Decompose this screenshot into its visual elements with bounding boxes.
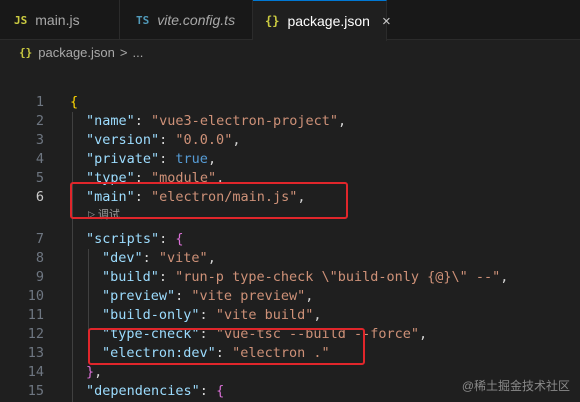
typescript-file-icon: TS xyxy=(136,13,150,27)
code-line[interactable]: 11 "build-only": "vite build", xyxy=(0,306,580,325)
code-token: "preview" xyxy=(102,288,176,304)
tab-label: main.js xyxy=(35,12,80,28)
code-line[interactable]: 4 "private": true, xyxy=(0,150,580,169)
code-token: : xyxy=(159,151,176,167)
code-token: : xyxy=(134,113,152,129)
code-token: , xyxy=(313,307,322,323)
code-token: "vue3-electron-project" xyxy=(151,113,338,129)
line-number: 10 xyxy=(27,288,44,304)
line-number: 14 xyxy=(27,364,44,380)
line-number: 2 xyxy=(35,113,44,129)
line-number: 15 xyxy=(27,383,44,399)
code-token: { xyxy=(175,231,184,247)
code-token: "dependencies" xyxy=(86,383,200,399)
code-token: { xyxy=(216,383,225,399)
code-token: , xyxy=(500,269,509,285)
tab-main-js[interactable]: JS main.js xyxy=(0,0,120,40)
line-number: 11 xyxy=(27,307,44,323)
code-text: }, xyxy=(86,363,102,382)
code-token: , xyxy=(94,364,103,380)
breadcrumb-file[interactable]: package.json xyxy=(38,45,115,60)
code-text: "build": "run-p type-check \"build-only … xyxy=(102,268,508,287)
close-icon[interactable]: × xyxy=(382,13,391,30)
watermark: @稀土掘金技术社区 xyxy=(461,379,570,393)
code-token: : xyxy=(159,231,176,247)
code-token: "run-p type-check \"build-only {@}\" --" xyxy=(175,269,501,285)
code-text: "scripts": { xyxy=(86,230,184,249)
code-text: { xyxy=(70,93,78,112)
json-file-icon: {} xyxy=(265,14,280,28)
code-token: "private" xyxy=(86,151,160,167)
code-token: , xyxy=(207,151,217,167)
json-file-icon: {} xyxy=(19,45,33,59)
code-token: , xyxy=(207,250,216,266)
line-number: 12 xyxy=(27,326,44,342)
breadcrumb-more[interactable]: ... xyxy=(132,45,143,60)
code-token: , xyxy=(305,288,314,304)
line-number: 7 xyxy=(35,231,44,247)
code-token: : xyxy=(158,269,176,285)
code-token: true xyxy=(175,151,208,167)
tab-label: package.json xyxy=(287,13,370,29)
code-token: , xyxy=(337,113,347,129)
highlight-box-main xyxy=(70,182,348,219)
code-text: "preview": "vite preview", xyxy=(102,287,313,306)
code-token: , xyxy=(232,132,241,148)
code-text: "dependencies": { xyxy=(86,382,224,401)
line-number: 3 xyxy=(35,132,44,148)
code-token: "vite preview" xyxy=(191,288,306,304)
line-number: 1 xyxy=(35,94,44,110)
code-token: { xyxy=(70,94,79,110)
highlight-box-electron-dev xyxy=(88,328,365,365)
tab-package-json[interactable]: {} package.json × xyxy=(253,0,391,41)
line-number: 5 xyxy=(35,170,44,186)
line-number: 13 xyxy=(27,345,44,361)
code-token: "0.0.0" xyxy=(175,132,233,148)
code-line[interactable]: 3 "version": "0.0.0", xyxy=(0,131,580,150)
code-token: : xyxy=(199,307,216,323)
code-token: : xyxy=(199,383,217,399)
line-number: 9 xyxy=(35,269,44,285)
tab-label: vite.config.ts xyxy=(157,12,236,28)
code-token: "vite" xyxy=(158,250,208,266)
code-line[interactable]: 1{ xyxy=(0,93,580,112)
code-token: "version" xyxy=(86,132,160,148)
indent-guide xyxy=(72,112,73,402)
code-text: "name": "vue3-electron-project", xyxy=(86,112,346,131)
code-token: "name" xyxy=(86,113,135,129)
code-token: "build-only" xyxy=(102,307,200,323)
code-token: "vite build" xyxy=(215,307,314,323)
code-token: "dev" xyxy=(102,250,143,266)
code-text: "build-only": "vite build", xyxy=(102,306,322,325)
code-line[interactable]: 10 "preview": "vite preview", xyxy=(0,287,580,306)
code-token: } xyxy=(86,364,95,380)
code-text: "dev": "vite", xyxy=(102,249,216,268)
code-token: , xyxy=(419,326,428,342)
code-line[interactable]: 7 "scripts": { xyxy=(0,230,580,249)
line-number: 4 xyxy=(35,151,44,167)
code-token: "scripts" xyxy=(86,231,160,247)
line-number: 6 xyxy=(35,189,44,205)
code-line[interactable]: 9 "build": "run-p type-check \"build-only… xyxy=(0,268,580,287)
tab-bar: JS main.js TS vite.config.ts {} package.… xyxy=(0,0,580,41)
code-token: "build" xyxy=(102,269,159,285)
code-token: : xyxy=(142,250,159,266)
code-line[interactable]: 8 "dev": "vite", xyxy=(0,249,580,268)
breadcrumb: {} package.json > ... xyxy=(0,40,580,64)
code-token: : xyxy=(159,132,176,148)
tab-vite-config-ts[interactable]: TS vite.config.ts xyxy=(120,0,253,40)
code-text: "version": "0.0.0", xyxy=(86,131,240,150)
code-line[interactable]: 2 "name": "vue3-electron-project", xyxy=(0,112,580,131)
chevron-right-icon: > xyxy=(119,44,128,60)
javascript-file-icon: JS xyxy=(14,13,28,27)
line-number: 8 xyxy=(35,250,44,266)
code-token: : xyxy=(175,288,192,304)
code-text: "private": true, xyxy=(86,150,216,169)
